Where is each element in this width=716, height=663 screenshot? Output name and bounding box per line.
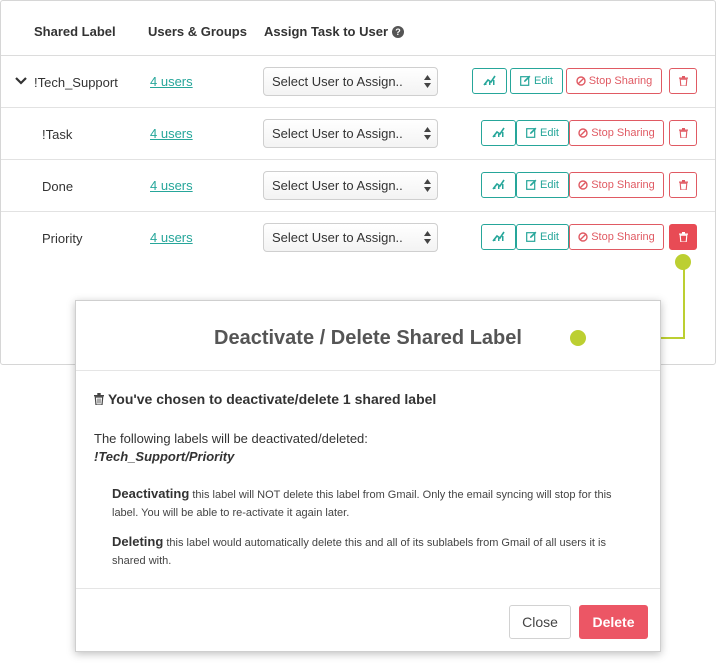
modal-subtitle: You've chosen to deactivate/delete 1 sha… bbox=[94, 391, 436, 407]
stop-sharing-label: Stop Sharing bbox=[591, 127, 655, 139]
ban-icon bbox=[578, 128, 588, 138]
edit-icon bbox=[520, 75, 531, 86]
header-users-groups: Users & Groups bbox=[148, 24, 247, 39]
callout-line-vertical bbox=[683, 262, 685, 339]
delete-label-button-active[interactable] bbox=[669, 224, 697, 250]
deactivating-note: Deactivating this label will NOT delete … bbox=[112, 485, 632, 522]
chart-icon bbox=[492, 127, 505, 138]
stop-sharing-button[interactable]: Stop Sharing bbox=[569, 224, 664, 250]
stop-sharing-button[interactable]: Stop Sharing bbox=[566, 68, 662, 94]
table-row: !Tech_Support 4 users Select User to Ass… bbox=[1, 56, 715, 108]
edit-label: Edit bbox=[540, 231, 559, 243]
edit-button[interactable]: Edit bbox=[516, 224, 569, 250]
select-arrows-icon bbox=[424, 231, 431, 244]
modal-label-path: !Tech_Support/Priority bbox=[94, 449, 235, 464]
delete-label-button[interactable] bbox=[669, 120, 697, 146]
ban-icon bbox=[575, 76, 586, 86]
select-arrows-icon bbox=[424, 75, 431, 88]
modal-lead-text: The following labels will be deactivated… bbox=[94, 431, 368, 446]
chart-icon bbox=[492, 231, 505, 242]
users-link[interactable]: 4 users bbox=[150, 178, 193, 193]
table-row: Done 4 users Select User to Assign.. Edi… bbox=[1, 160, 715, 212]
edit-button[interactable]: Edit bbox=[510, 68, 563, 94]
stats-button[interactable] bbox=[481, 224, 516, 250]
edit-icon bbox=[526, 127, 537, 138]
assign-user-select[interactable]: Select User to Assign.. bbox=[263, 171, 438, 200]
row-label: Done bbox=[42, 179, 74, 194]
chart-icon bbox=[492, 179, 505, 190]
row-label: !Tech_Support bbox=[34, 75, 118, 90]
header-shared-label: Shared Label bbox=[34, 24, 116, 39]
edit-button[interactable]: Edit bbox=[516, 172, 569, 198]
delete-label-button[interactable] bbox=[669, 68, 697, 94]
modal-footer: Close Delete bbox=[76, 588, 660, 651]
assign-user-select[interactable]: Select User to Assign.. bbox=[263, 223, 438, 252]
assign-user-select-value: Select User to Assign.. bbox=[272, 126, 403, 141]
assign-user-select[interactable]: Select User to Assign.. bbox=[263, 67, 438, 96]
modal-subtitle-text: You've chosen to deactivate/delete 1 sha… bbox=[108, 391, 437, 407]
assign-user-select-value: Select User to Assign.. bbox=[272, 178, 403, 193]
chart-icon bbox=[483, 75, 496, 86]
table-header: Shared Label Users & Groups Assign Task … bbox=[1, 1, 715, 56]
close-button[interactable]: Close bbox=[509, 605, 571, 639]
chevron-down-icon[interactable] bbox=[15, 76, 27, 86]
callout-dot-delete bbox=[675, 254, 691, 270]
ban-icon bbox=[578, 232, 588, 242]
delete-button[interactable]: Delete bbox=[579, 605, 648, 639]
edit-icon bbox=[526, 231, 537, 242]
row-label: !Task bbox=[42, 127, 73, 142]
assign-user-select-value: Select User to Assign.. bbox=[272, 230, 403, 245]
table-row: !Task 4 users Select User to Assign.. Ed… bbox=[1, 108, 715, 160]
users-link[interactable]: 4 users bbox=[150, 230, 193, 245]
select-arrows-icon bbox=[424, 179, 431, 192]
stop-sharing-button[interactable]: Stop Sharing bbox=[569, 120, 664, 146]
stop-sharing-label: Stop Sharing bbox=[588, 75, 653, 87]
deactivate-delete-modal: Deactivate / Delete Shared Label You've … bbox=[75, 300, 661, 652]
deactivating-term: Deactivating bbox=[112, 486, 190, 501]
row-label: Priority bbox=[42, 231, 83, 246]
trash-icon bbox=[678, 180, 688, 191]
trash-icon bbox=[94, 393, 104, 406]
header-assign-task: Assign Task to User? bbox=[264, 24, 405, 39]
users-link[interactable]: 4 users bbox=[150, 74, 193, 89]
select-arrows-icon bbox=[424, 127, 431, 140]
edit-icon bbox=[526, 179, 537, 190]
trash-icon bbox=[678, 128, 688, 139]
stats-button[interactable] bbox=[472, 68, 507, 94]
deleting-text: this label would automatically delete th… bbox=[112, 537, 606, 567]
stats-button[interactable] bbox=[481, 120, 516, 146]
deleting-term: Deleting bbox=[112, 534, 164, 549]
trash-icon bbox=[678, 232, 688, 243]
callout-dot-title bbox=[570, 330, 586, 346]
delete-label-button[interactable] bbox=[669, 172, 697, 198]
stop-sharing-button[interactable]: Stop Sharing bbox=[569, 172, 664, 198]
stop-sharing-label: Stop Sharing bbox=[591, 231, 655, 243]
table-row: Priority 4 users Select User to Assign..… bbox=[1, 212, 715, 264]
question-circle-icon[interactable]: ? bbox=[392, 26, 405, 38]
deleting-note: Deleting this label would automatically … bbox=[112, 533, 632, 570]
edit-label: Edit bbox=[540, 179, 559, 191]
edit-button[interactable]: Edit bbox=[516, 120, 569, 146]
stats-button[interactable] bbox=[481, 172, 516, 198]
users-link[interactable]: 4 users bbox=[150, 126, 193, 141]
stop-sharing-label: Stop Sharing bbox=[591, 179, 655, 191]
assign-user-select-value: Select User to Assign.. bbox=[272, 74, 403, 89]
trash-icon bbox=[678, 76, 688, 87]
ban-icon bbox=[578, 180, 588, 190]
assign-user-select[interactable]: Select User to Assign.. bbox=[263, 119, 438, 148]
header-assign-task-text: Assign Task to User bbox=[264, 24, 389, 39]
edit-label: Edit bbox=[534, 75, 553, 87]
edit-label: Edit bbox=[540, 127, 559, 139]
